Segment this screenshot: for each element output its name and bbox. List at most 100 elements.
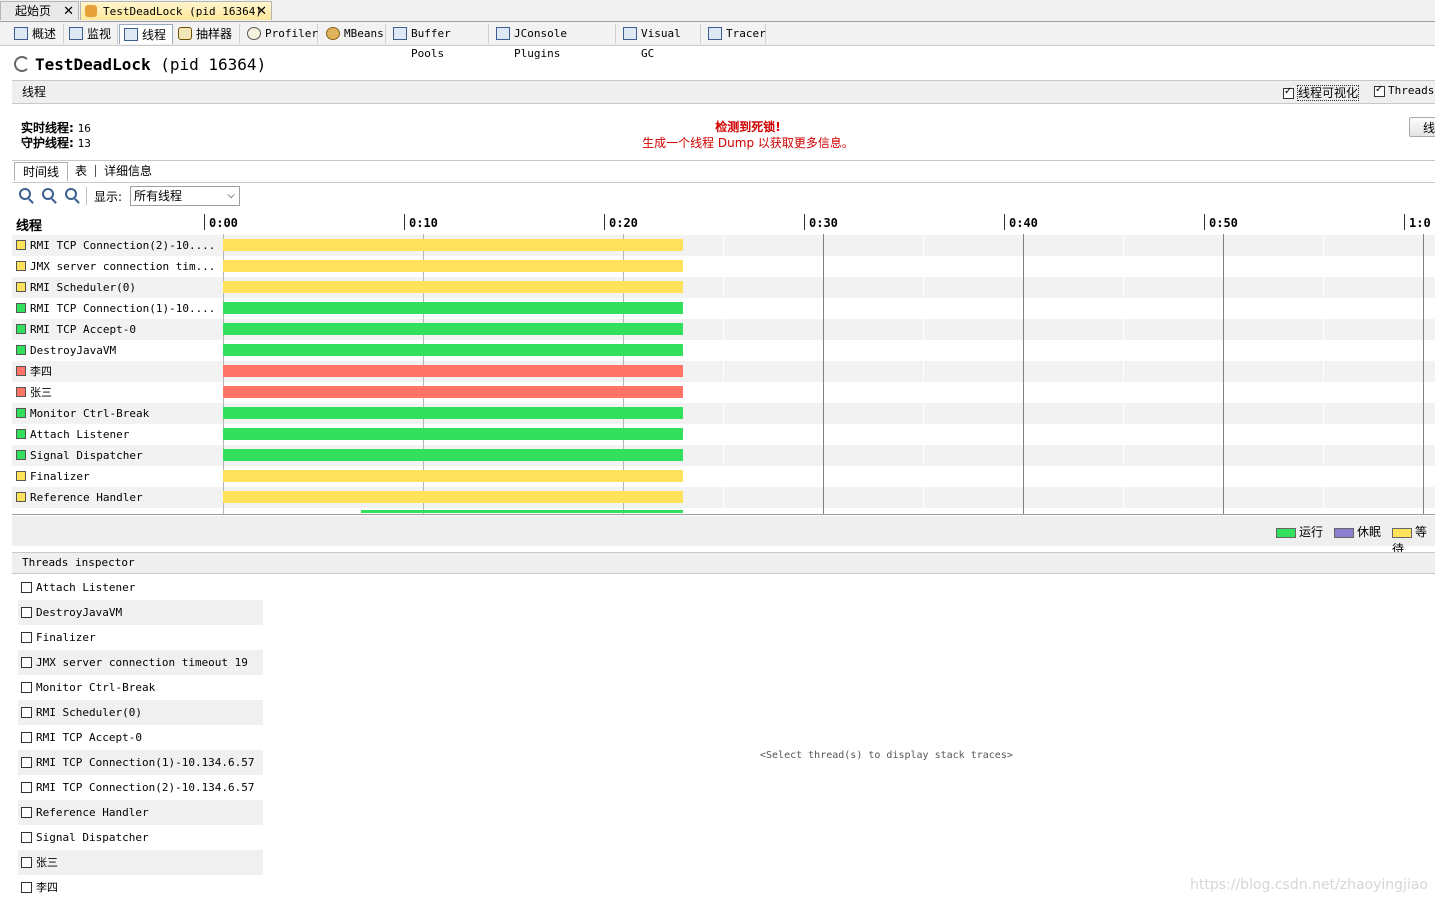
display-label: 显示:	[94, 190, 123, 204]
tab-monitor[interactable]: 监视	[65, 24, 118, 44]
option-threads[interactable]: Threads	[1374, 84, 1434, 97]
zoom-fit-icon[interactable]	[65, 188, 77, 200]
tick-mark	[804, 214, 805, 230]
inspector-thread-item[interactable]: RMI TCP Connection(1)-10.134.6.57	[18, 750, 263, 775]
close-icon[interactable]: ✕	[63, 2, 74, 21]
thread-checkbox[interactable]	[21, 731, 32, 743]
thread-checkbox[interactable]	[21, 781, 32, 793]
tab-visual-gc[interactable]: Visual GC	[619, 24, 701, 60]
thread-state-bar	[223, 281, 683, 293]
tab-details[interactable]: 详细信息	[96, 162, 160, 181]
toolbar-separator	[86, 187, 87, 205]
checkbox[interactable]	[1283, 86, 1294, 99]
doc-tab-testdeadlock[interactable]: TestDeadLock (pid 16364) ✕	[80, 1, 272, 20]
thread-name: Finalizer	[30, 470, 90, 483]
thread-row-label[interactable]: Monitor Ctrl-Break	[16, 403, 216, 424]
display-filter-select[interactable]: 所有线程 ⌵	[130, 186, 240, 206]
thread-row-label[interactable]: JMX server connection tim...	[16, 256, 216, 277]
thread-checkbox[interactable]	[21, 706, 32, 718]
thread-checkbox[interactable]	[21, 831, 32, 843]
option-thread-visualization[interactable]: 线程可视化	[1283, 84, 1360, 101]
inspector-thread-name: Reference Handler	[36, 806, 149, 819]
thread-state-indicator	[16, 387, 26, 397]
thread-row-label[interactable]: 张三	[16, 382, 216, 403]
thread-state-bar	[223, 344, 683, 356]
timeline-bottom-border	[12, 514, 1435, 515]
tab-sampler[interactable]: 抽样器	[174, 24, 240, 44]
legend-item-running: 运行	[1276, 523, 1323, 540]
tab-threads[interactable]: 线程	[119, 24, 173, 44]
tracer-icon	[708, 27, 722, 40]
inspector-thread-name: Monitor Ctrl-Break	[36, 681, 156, 694]
inspector-thread-item[interactable]: JMX server connection timeout 19	[18, 650, 263, 675]
inspector-thread-item[interactable]: 李四	[18, 875, 263, 900]
thread-row-label[interactable]: Signal Dispatcher	[16, 445, 216, 466]
zoom-out-icon[interactable]	[42, 188, 54, 200]
tab-tracer[interactable]: Tracer	[704, 24, 766, 44]
inspector-thread-name: RMI TCP Connection(2)-10.134.6.57	[36, 781, 255, 794]
tab-label: Profiler	[265, 27, 318, 40]
tab-profiler[interactable]: Profiler	[243, 24, 318, 44]
thread-row-label[interactable]: Attach Listener	[16, 424, 216, 445]
inspector-thread-item[interactable]: Attach Listener	[18, 575, 263, 600]
thread-state-bar	[223, 323, 683, 335]
thread-state-indicator	[16, 408, 26, 418]
inspector-thread-name: 张三	[36, 856, 58, 869]
thread-row-label[interactable]: 李四	[16, 361, 216, 382]
inspector-thread-item[interactable]: DestroyJavaVM	[18, 600, 263, 625]
thread-checkbox[interactable]	[21, 756, 32, 768]
doc-tab-label: 起始页	[15, 4, 52, 18]
inspector-thread-item[interactable]: RMI TCP Connection(2)-10.134.6.57	[18, 775, 263, 800]
section-title: 线程	[22, 85, 47, 99]
thread-state-bar	[223, 260, 683, 272]
thread-dump-button[interactable]: 线	[1409, 117, 1435, 137]
thread-row-label[interactable]: RMI Scheduler(0)	[16, 277, 216, 298]
tick-mark	[604, 214, 605, 230]
thread-checkbox[interactable]	[21, 606, 32, 618]
doc-tab-start-page[interactable]: 起始页 ✕	[0, 1, 79, 20]
thread-state-bar	[223, 365, 683, 377]
tab-overview[interactable]: 概述	[10, 24, 64, 44]
checkbox[interactable]	[1374, 84, 1385, 97]
inspector-thread-item[interactable]: Monitor Ctrl-Break	[18, 675, 263, 700]
inspector-thread-item[interactable]: RMI TCP Accept-0	[18, 725, 263, 750]
thread-row-label[interactable]: DestroyJavaVM	[16, 340, 216, 361]
thread-row-label[interactable]: RMI TCP Accept-0	[16, 319, 216, 340]
tab-label: MBeans	[344, 27, 384, 40]
thread-checkbox[interactable]	[21, 881, 32, 893]
tab-timeline[interactable]: 时间线	[14, 162, 69, 181]
threads-section-header	[12, 80, 1435, 104]
inspector-thread-item[interactable]: Reference Handler	[18, 800, 263, 825]
zoom-in-icon[interactable]	[19, 188, 31, 200]
tab-jconsole-plugins[interactable]: JConsole Plugins	[492, 24, 616, 60]
inspector-thread-name: 李四	[36, 881, 58, 894]
thread-checkbox[interactable]	[21, 631, 32, 643]
inspector-thread-name: Attach Listener	[36, 581, 136, 594]
thread-state-bar	[223, 449, 683, 461]
thread-checkbox[interactable]	[21, 681, 32, 693]
thread-checkbox[interactable]	[21, 581, 32, 593]
tab-mbeans[interactable]: MBeans	[322, 24, 386, 44]
inspector-thread-item[interactable]: 张三	[18, 850, 263, 875]
watermark: https://blog.csdn.net/zhaoyingjiao	[1190, 877, 1428, 893]
tab-label: Tracer	[726, 27, 766, 40]
close-icon[interactable]: ✕	[256, 2, 267, 21]
inspector-thread-item[interactable]: RMI Scheduler(0)	[18, 700, 263, 725]
page-title: TestDeadLock (pid 16364)	[35, 55, 266, 74]
inspector-thread-item[interactable]: Signal Dispatcher	[18, 825, 263, 850]
thread-checkbox[interactable]	[21, 806, 32, 818]
thread-checkbox[interactable]	[21, 856, 32, 868]
thread-state-indicator	[16, 345, 26, 355]
thread-checkbox[interactable]	[21, 656, 32, 668]
thread-row-label[interactable]: Finalizer	[16, 466, 216, 487]
thread-row-label[interactable]: Reference Handler	[16, 487, 216, 508]
inspector-thread-name: Signal Dispatcher	[36, 831, 149, 844]
tab-label: Visual GC	[641, 27, 681, 60]
tab-label: Buffer Pools	[411, 27, 451, 60]
thread-row-label[interactable]: RMI TCP Connection(1)-10....	[16, 298, 216, 319]
chevron-down-icon: ⌵	[227, 190, 235, 201]
thread-row-label[interactable]: RMI TCP Connection(2)-10....	[16, 235, 216, 256]
tab-buffer-pools[interactable]: Buffer Pools	[389, 24, 489, 60]
tab-table[interactable]: 表	[67, 162, 95, 181]
inspector-thread-item[interactable]: Finalizer	[18, 625, 263, 650]
